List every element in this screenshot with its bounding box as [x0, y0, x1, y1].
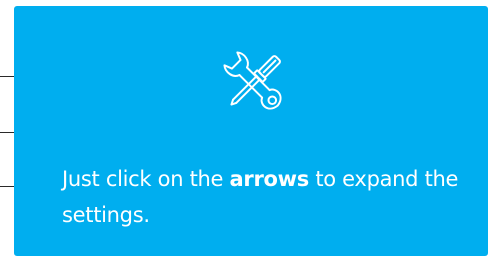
tooltip-message: Just click on the arrows to expand the s…	[62, 161, 462, 233]
tooltip-text-arrows: arrows	[229, 167, 310, 191]
background-divider	[0, 186, 14, 187]
tooltip-card: Just click on the arrows to expand the s…	[14, 6, 488, 256]
tools-icon	[216, 44, 292, 120]
tooltip-text-before: Just click on the	[62, 167, 230, 191]
background-divider	[0, 76, 14, 77]
background-divider	[0, 132, 14, 133]
